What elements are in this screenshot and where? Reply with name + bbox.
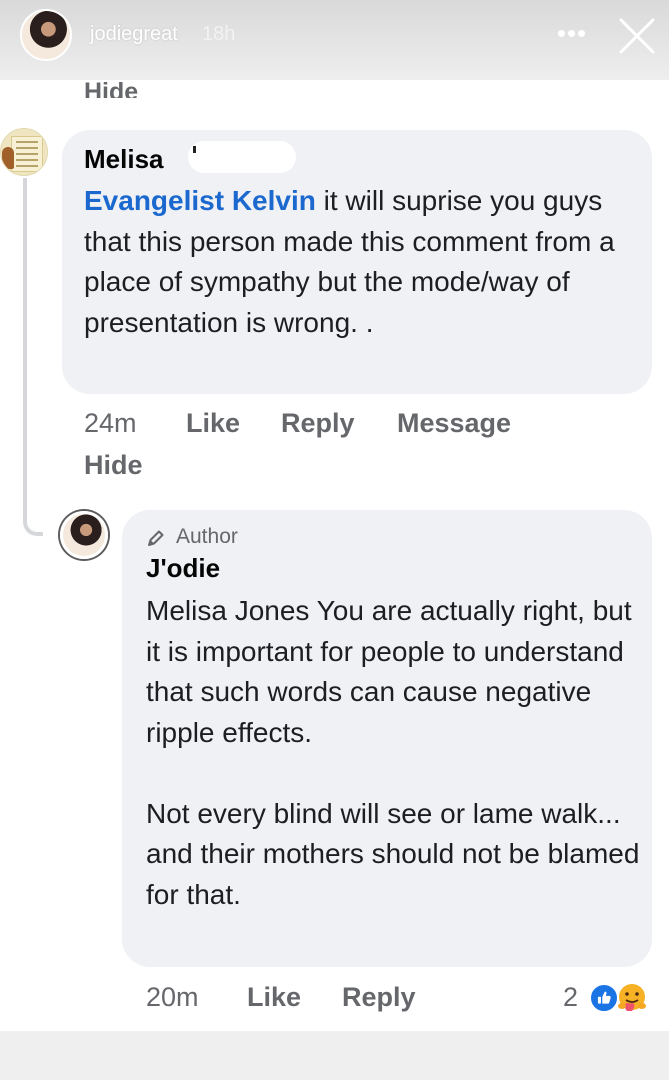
- comment-time[interactable]: 24m: [84, 408, 137, 439]
- comment-text: Melisa Jones You are actually right, but…: [146, 591, 642, 915]
- reply-button[interactable]: Reply: [281, 408, 355, 439]
- pencil-icon: [148, 530, 164, 546]
- redaction-artifact: [193, 146, 196, 153]
- story-time: 18h: [202, 23, 236, 45]
- thread-connector: [23, 496, 43, 536]
- avatar-melisa[interactable]: [0, 128, 48, 176]
- thread-line: [23, 178, 27, 515]
- story-avatar[interactable]: [20, 9, 72, 61]
- hide-link[interactable]: Hide: [84, 450, 143, 481]
- mention-link[interactable]: Evangelist Kelvin: [84, 185, 316, 216]
- more-options-icon[interactable]: •••: [556, 18, 588, 48]
- author-badge: Author: [176, 525, 238, 548]
- comment-paragraph: Not every blind will see or lame walk...…: [146, 797, 640, 910]
- footer-area: [0, 1031, 669, 1080]
- redaction-mark: [188, 141, 296, 173]
- avatar-document-graphic: [11, 136, 43, 172]
- like-button[interactable]: Like: [247, 982, 301, 1013]
- comment-author-name[interactable]: J'odie: [146, 553, 220, 584]
- story-username[interactable]: jodiegreat: [90, 23, 178, 46]
- like-button[interactable]: Like: [186, 408, 240, 439]
- comment-text: Evangelist Kelvin it will suprise you gu…: [84, 181, 644, 343]
- care-icon[interactable]: [614, 981, 650, 1015]
- reaction-count[interactable]: 2: [563, 982, 578, 1013]
- reply-button[interactable]: Reply: [342, 982, 416, 1013]
- hide-link-top[interactable]: Hide: [84, 64, 138, 98]
- comment-paragraph: Melisa Jones You are actually right, but…: [146, 595, 632, 748]
- comment-time[interactable]: 20m: [146, 982, 199, 1013]
- close-icon[interactable]: [618, 17, 656, 55]
- comment-author-name[interactable]: Melisa: [84, 144, 164, 175]
- avatar-jodie[interactable]: [60, 511, 108, 559]
- like-icon[interactable]: [589, 983, 619, 1013]
- avatar-figure-graphic: [2, 147, 14, 169]
- message-button[interactable]: Message: [397, 408, 511, 439]
